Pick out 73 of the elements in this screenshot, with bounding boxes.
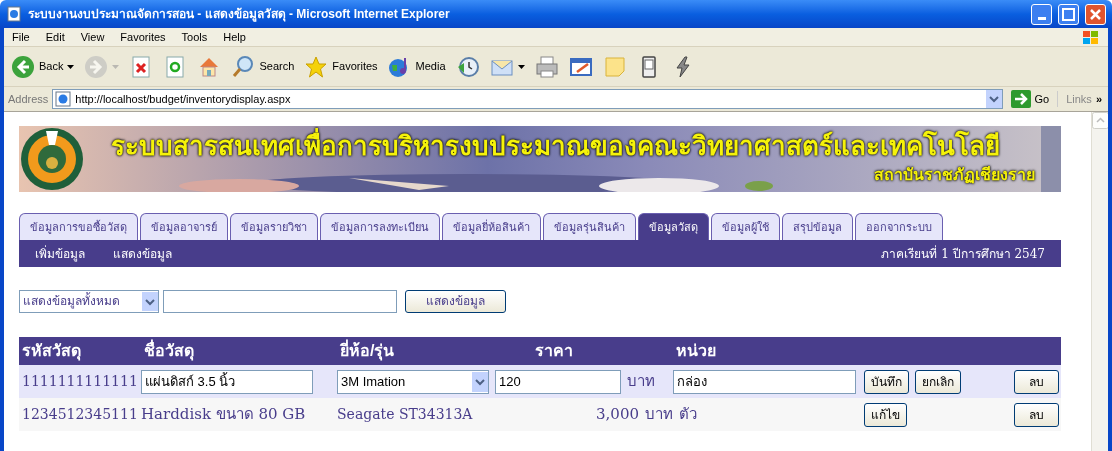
tab[interactable]: สรุปข้อมูล	[782, 213, 853, 240]
maximize-button[interactable]	[1058, 3, 1079, 25]
name-input[interactable]: แผ่นดิสก์ 3.5 นิ้ว	[141, 369, 313, 394]
tab[interactable]: ข้อมูลวัสดุ	[638, 213, 709, 240]
close-button[interactable]	[1085, 3, 1106, 25]
menu-item[interactable]: Edit	[37, 28, 73, 46]
minimize-icon	[1037, 16, 1046, 20]
media-button[interactable]: Media	[384, 50, 449, 83]
action-button[interactable]: ยกเลิก	[915, 369, 961, 394]
tab[interactable]: ข้อมูลการขอซื้อวัสดุ	[19, 213, 138, 240]
dropdown-caret-icon	[112, 64, 120, 69]
action-button[interactable]: แก้ไข	[864, 402, 907, 427]
tab[interactable]: ข้อมูลผู้ใช้	[711, 213, 780, 240]
price-input[interactable]: 120	[495, 369, 621, 394]
delete-button[interactable]: ลบ	[1014, 402, 1059, 427]
sticky-note-icon	[602, 54, 627, 79]
tab[interactable]: ข้อมูลยี่ห้อสินค้า	[442, 213, 541, 240]
favorites-button[interactable]: Favorites	[301, 50, 381, 83]
window-title: ระบบงานงบประมาณจัดการสอน - แสดงข้อมูลวัสดุ - Microsoft Internet Explorer	[28, 6, 450, 23]
page-icon	[6, 6, 22, 22]
tab[interactable]: ข้อมูลรุ่นสินค้า	[543, 213, 636, 240]
currency-text: บาท	[645, 404, 673, 426]
scrollbar[interactable]	[1091, 112, 1108, 451]
printer-icon	[534, 54, 559, 79]
menu-item[interactable]: Help	[215, 28, 254, 46]
table-cell-text: Harddisk ขนาด 80 GB	[141, 404, 307, 426]
search-input[interactable]	[163, 289, 397, 313]
column-header: ชื่อวัสดุ	[141, 339, 337, 363]
search-button[interactable]: Search	[228, 50, 298, 83]
column-header: ยี่ห้อ/รุ่น	[337, 339, 495, 363]
address-label: Address	[8, 91, 49, 107]
subnav-link[interactable]: เพิ่มข้อมูล	[35, 244, 85, 263]
right-arrow-icon	[1010, 90, 1031, 108]
go-button[interactable]: Go	[1006, 90, 1054, 108]
maximize-icon	[1062, 7, 1075, 21]
tab[interactable]: ข้อมูลการลงทะเบียน	[320, 213, 440, 240]
unit-input[interactable]: กล่อง	[673, 369, 856, 394]
table-cell-text: Seagate ST34313A	[337, 405, 474, 424]
table-cell-text: 1111111111111	[21, 372, 139, 391]
minimize-button[interactable]	[1031, 3, 1052, 25]
column-header: รหัสวัสดุ	[21, 341, 82, 363]
brand-dropdown[interactable]: 3M Imation	[337, 369, 489, 394]
banner-title: ระบบสารสนเทศเพื่อการบริหารงบประมาณของคณะวิทยาศาสตร์และเทคโนโลยี	[111, 130, 1000, 162]
menu-item[interactable]: File	[4, 28, 38, 46]
filter-dropdown[interactable]: แสดงข้อมูลทั้งหมด	[19, 289, 159, 313]
tab[interactable]: ข้อมูลรายวิชา	[230, 213, 318, 240]
page-icon	[55, 91, 72, 107]
more-chevron[interactable]: »	[1095, 90, 1104, 108]
close-icon	[1089, 7, 1102, 21]
currency-text: บาท	[627, 371, 655, 393]
dropdown-caret-icon	[67, 64, 75, 69]
tab[interactable]: ข้อมูลอาจารย์	[140, 213, 228, 240]
subnav-link[interactable]: แสดงข้อมูล	[113, 244, 172, 263]
star-icon	[304, 54, 329, 79]
university-emblem-icon	[20, 127, 84, 191]
table-cell-text: 3,000	[596, 404, 639, 426]
table-cell-text: ตัว	[678, 404, 698, 426]
tab[interactable]: ออกจากระบบ	[855, 213, 943, 240]
show-data-button[interactable]: แสดงข้อมูล	[405, 289, 506, 313]
menu-item[interactable]: View	[72, 28, 113, 46]
dropdown-caret-icon	[517, 64, 525, 69]
menu-item[interactable]: Tools	[173, 28, 216, 46]
column-header: ราคา	[534, 341, 574, 361]
table-cell-text: 1234512345111	[21, 405, 139, 424]
menu-item[interactable]: Favorites	[112, 28, 174, 46]
delete-button[interactable]: ลบ	[1014, 369, 1059, 394]
back-button[interactable]: Back	[8, 50, 78, 83]
banner-subtitle: สถาบันราชภัฏเชียงราย	[874, 165, 1035, 186]
semester-text: ภาคเรียนที่ 1 ปีการศึกษา 2547	[881, 244, 1045, 263]
address-field[interactable]: http://localhost/budget/inventorydisplay.aspx	[52, 89, 1003, 109]
action-button[interactable]: บันทึก	[864, 369, 909, 394]
column-header: หน่วย	[675, 341, 717, 361]
search-icon	[231, 54, 256, 79]
